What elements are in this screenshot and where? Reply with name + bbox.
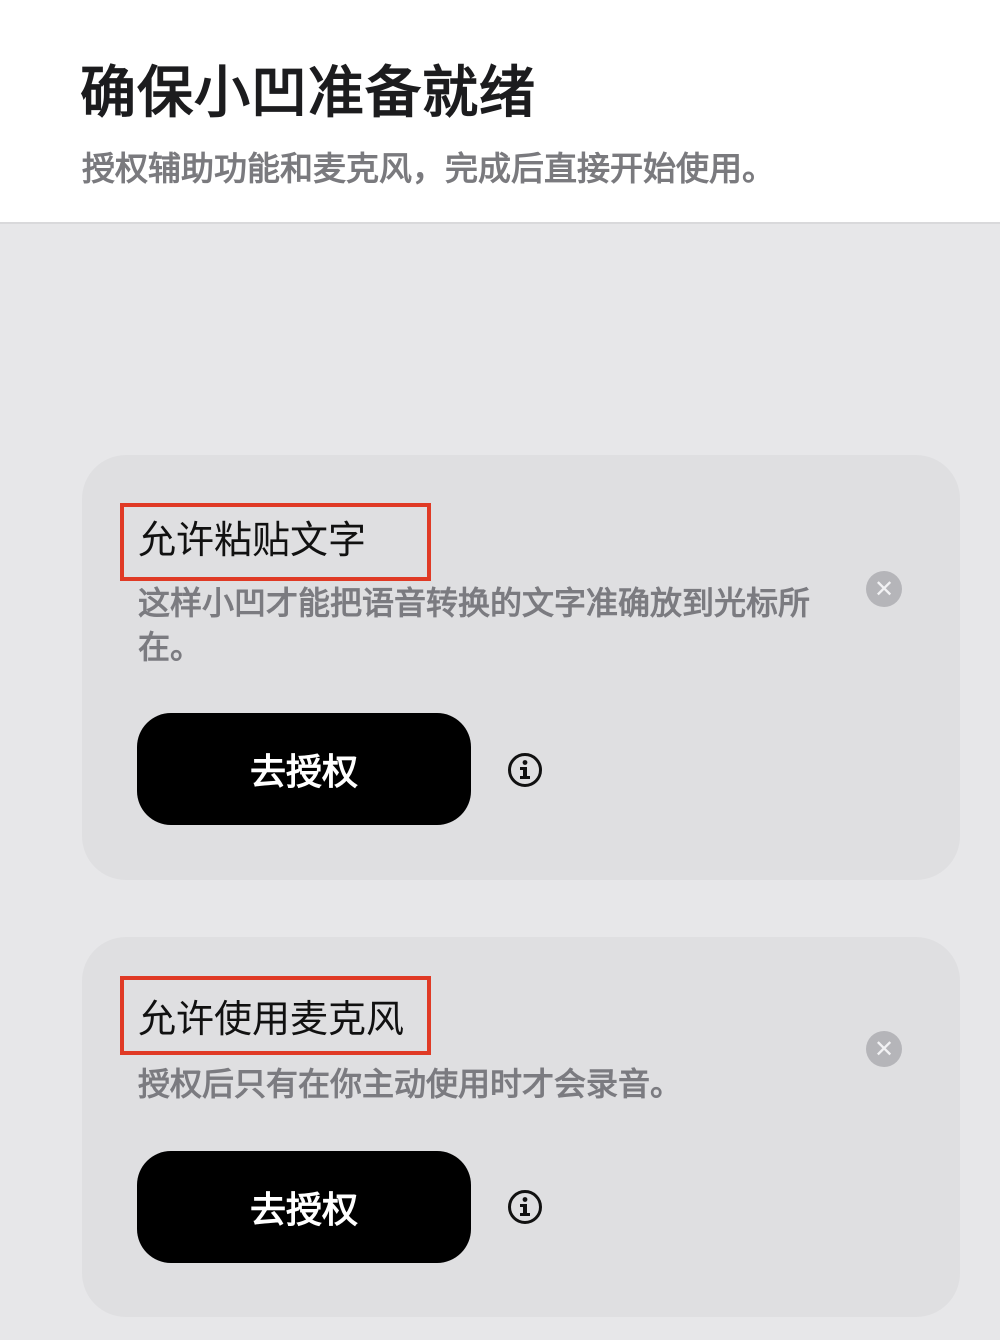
authorize-button[interactable]: 去授权	[137, 1151, 471, 1263]
info-icon[interactable]	[507, 1189, 543, 1225]
page-subtitle: 授权辅助功能和麦克风，完成后直接开始使用。	[82, 149, 775, 188]
info-icon[interactable]	[507, 752, 543, 788]
header: 确保小凹准备就绪 授权辅助功能和麦克风，完成后直接开始使用。	[0, 0, 1000, 224]
card-title: 允许使用麦克风	[138, 997, 405, 1041]
authorize-button[interactable]: 去授权	[137, 713, 471, 825]
close-icon[interactable]: ✕	[866, 1031, 902, 1067]
permission-card-microphone: 允许使用麦克风 授权后只有在你主动使用时才会录音。 ✕ 去授权	[82, 937, 960, 1317]
card-description: 这样小凹才能把语音转换的文字准确放到光标所在。	[138, 584, 811, 666]
card-title: 允许粘贴文字	[138, 518, 367, 562]
permission-card-paste: 允许粘贴文字 这样小凹才能把语音转换的文字准确放到光标所在。 ✕ 去授权	[82, 455, 960, 880]
close-icon[interactable]: ✕	[866, 571, 902, 607]
card-description: 授权后只有在你主动使用时才会录音。	[138, 1065, 683, 1103]
page-title: 确保小凹准备就绪	[80, 61, 536, 126]
